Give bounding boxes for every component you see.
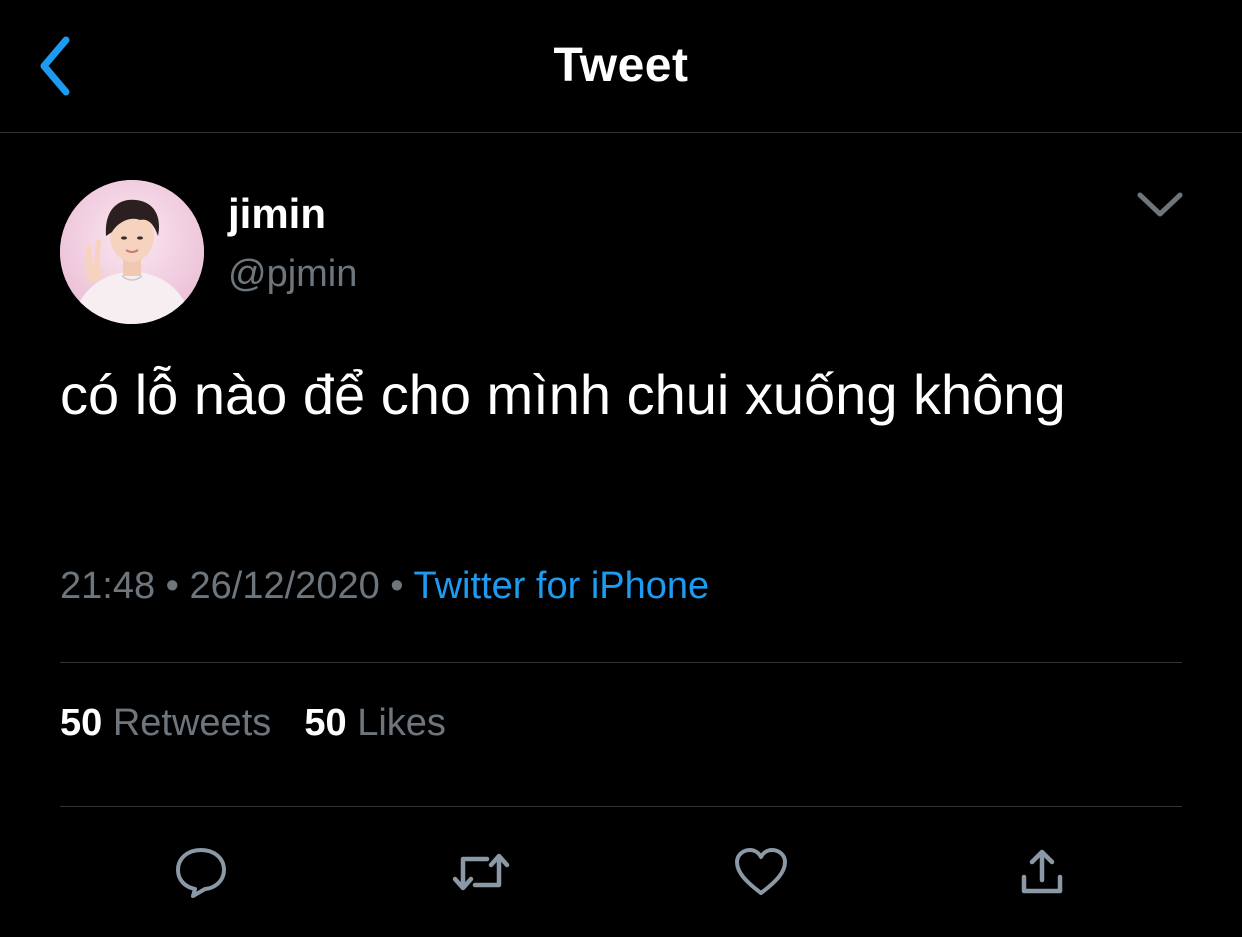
profile-photo	[60, 180, 204, 324]
likes-label: Likes	[357, 702, 446, 744]
retweets-count: 50	[60, 702, 103, 744]
likes-count: 50	[304, 702, 347, 744]
tweet-source-link[interactable]: Twitter for iPhone	[413, 565, 709, 607]
tweet-date: 26/12/2020	[189, 565, 380, 607]
retweets-label: Retweets	[112, 702, 272, 744]
share-button[interactable]	[1012, 842, 1072, 902]
reply-icon	[176, 848, 226, 898]
more-options-button[interactable]	[1132, 180, 1188, 228]
author-name[interactable]: jimin	[228, 190, 326, 238]
header-bar: Tweet	[0, 0, 1242, 133]
chevron-down-icon	[1137, 192, 1183, 217]
tweet-text: có lỗ nào để cho mình chui xuống không	[60, 363, 1066, 426]
author-handle: @pjmin	[228, 253, 358, 295]
retweet-icon	[452, 853, 510, 891]
tweet-meta: 21:48 • 26/12/2020 • Twitter for iPhone	[60, 563, 709, 609]
like-icon	[735, 848, 787, 895]
likes-stat[interactable]: 50 Likes	[304, 700, 446, 746]
meta-separator: •	[165, 565, 179, 607]
reply-button[interactable]	[171, 842, 231, 902]
page-title: Tweet	[553, 39, 689, 92]
retweet-button[interactable]	[451, 842, 511, 902]
divider	[60, 662, 1182, 663]
meta-separator: •	[390, 565, 404, 607]
divider	[60, 806, 1182, 807]
avatar[interactable]	[60, 180, 204, 324]
retweets-stat[interactable]: 50 Retweets	[60, 700, 271, 746]
like-button[interactable]	[731, 842, 791, 902]
tweet-time: 21:48	[60, 565, 156, 607]
share-icon	[1021, 849, 1063, 894]
tweet-stats: 50 Retweets 50 Likes	[60, 700, 446, 746]
